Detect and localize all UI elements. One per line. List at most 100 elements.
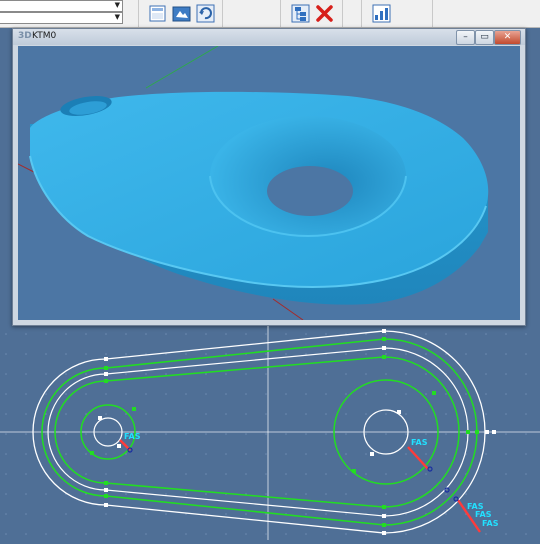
grid-dot	[205, 373, 207, 375]
refresh-button[interactable]	[195, 3, 216, 24]
right-direction-arrow	[407, 446, 429, 470]
profile-node[interactable]	[382, 355, 386, 359]
grid-dot	[525, 473, 527, 475]
grid-dot	[325, 453, 327, 455]
profile-node[interactable]	[397, 410, 401, 414]
grid-dot	[205, 413, 207, 415]
profile-node[interactable]	[382, 346, 386, 350]
2d-drawing-area[interactable]: FAS FAS FAS FAS FAS	[0, 326, 540, 540]
grid-dot	[245, 433, 247, 435]
grid-dot	[105, 533, 107, 535]
grid-dot	[225, 413, 227, 415]
new-document-button[interactable]	[147, 3, 168, 24]
grid-dot	[525, 373, 527, 375]
grid-dot	[185, 473, 187, 475]
restore-button[interactable]: ▭	[475, 30, 494, 45]
grid-dot	[105, 353, 107, 355]
profile-node[interactable]	[104, 357, 108, 361]
window-titlebar[interactable]: 3D KTM0 – ▭ ✕	[13, 29, 525, 45]
grid-dot	[145, 453, 147, 455]
profile-node[interactable]	[466, 430, 470, 434]
profile-node[interactable]	[104, 366, 108, 370]
grid-dot	[65, 373, 67, 375]
2d-profile-canvas[interactable]: FAS FAS FAS FAS FAS	[0, 326, 540, 540]
profile-node[interactable]	[382, 505, 386, 509]
grid-dot	[105, 433, 107, 435]
chart-button[interactable]	[371, 3, 392, 24]
profile-node[interactable]	[475, 430, 479, 434]
grid-dot	[365, 373, 367, 375]
profile-node[interactable]	[104, 481, 108, 485]
profile-node[interactable]	[117, 444, 121, 448]
grid-dot	[205, 473, 207, 475]
profile-node[interactable]	[90, 451, 94, 455]
hierarchy-button[interactable]	[290, 3, 311, 24]
grid-dot	[525, 533, 527, 535]
grid-dot	[285, 333, 287, 335]
profile-node[interactable]	[382, 337, 386, 341]
open-button[interactable]	[171, 3, 192, 24]
3d-scene[interactable]	[18, 46, 520, 320]
grid-dot	[165, 373, 167, 375]
profile-node[interactable]	[382, 514, 386, 518]
grid-dot	[125, 353, 127, 355]
grid-dot	[105, 413, 107, 415]
grid-dot	[325, 413, 327, 415]
grid-dot	[185, 453, 187, 455]
combo-box-1[interactable]: ▼	[0, 0, 123, 12]
profile-node[interactable]	[370, 452, 374, 456]
grid-dot	[305, 453, 307, 455]
profile-node[interactable]	[485, 430, 489, 434]
grid-dot	[225, 333, 227, 335]
profile-node[interactable]	[104, 494, 108, 498]
grid-dot	[525, 433, 527, 435]
profile-node[interactable]	[382, 531, 386, 535]
grid-dot	[125, 393, 127, 395]
combo-box-2[interactable]: ▼	[0, 12, 123, 24]
grid-dot	[85, 333, 87, 335]
grid-dot	[405, 453, 407, 455]
profile-node[interactable]	[352, 469, 356, 473]
profile-node[interactable]	[104, 379, 108, 383]
grid-dot	[125, 333, 127, 335]
grid-dot	[265, 393, 267, 395]
grid-dot	[145, 333, 147, 335]
profile-node[interactable]	[98, 416, 102, 420]
grid-dot	[385, 473, 387, 475]
grid-dot	[485, 493, 487, 495]
profile-node[interactable]	[382, 329, 386, 333]
grid-dot	[225, 473, 227, 475]
profile-node[interactable]	[432, 391, 436, 395]
chevron-down-icon[interactable]: ▼	[115, 0, 120, 10]
profile-node[interactable]	[132, 407, 136, 411]
close-button[interactable]: ✕	[494, 30, 521, 45]
grid-dot	[145, 473, 147, 475]
grid-dot	[145, 373, 147, 375]
delete-x-icon	[316, 5, 333, 22]
grid-dot	[25, 333, 27, 335]
grid-dot	[445, 533, 447, 535]
profile-node[interactable]	[382, 523, 386, 527]
profile-node[interactable]	[104, 488, 108, 492]
grid-dot	[85, 353, 87, 355]
delete-button[interactable]	[314, 3, 335, 24]
3d-viewport[interactable]	[18, 46, 520, 320]
profile-node[interactable]	[104, 372, 108, 376]
grid-dot	[185, 393, 187, 395]
right-arrow-node	[427, 466, 433, 472]
profile-node[interactable]	[104, 503, 108, 507]
grid-dot	[305, 533, 307, 535]
outer-arrow-node-1	[444, 487, 450, 493]
grid-dot	[425, 413, 427, 415]
grid-dot	[445, 393, 447, 395]
chevron-down-icon[interactable]: ▼	[115, 12, 120, 22]
minimize-button[interactable]: –	[456, 30, 475, 45]
grid-dot	[385, 333, 387, 335]
fas-label: FAS	[411, 438, 428, 447]
grid-dot	[145, 413, 147, 415]
grid-dot	[205, 493, 207, 495]
profile-node[interactable]	[492, 430, 496, 434]
3d-view-window[interactable]: 3D KTM0 – ▭ ✕	[12, 28, 526, 326]
grid-dot	[165, 533, 167, 535]
grid-dot	[485, 453, 487, 455]
